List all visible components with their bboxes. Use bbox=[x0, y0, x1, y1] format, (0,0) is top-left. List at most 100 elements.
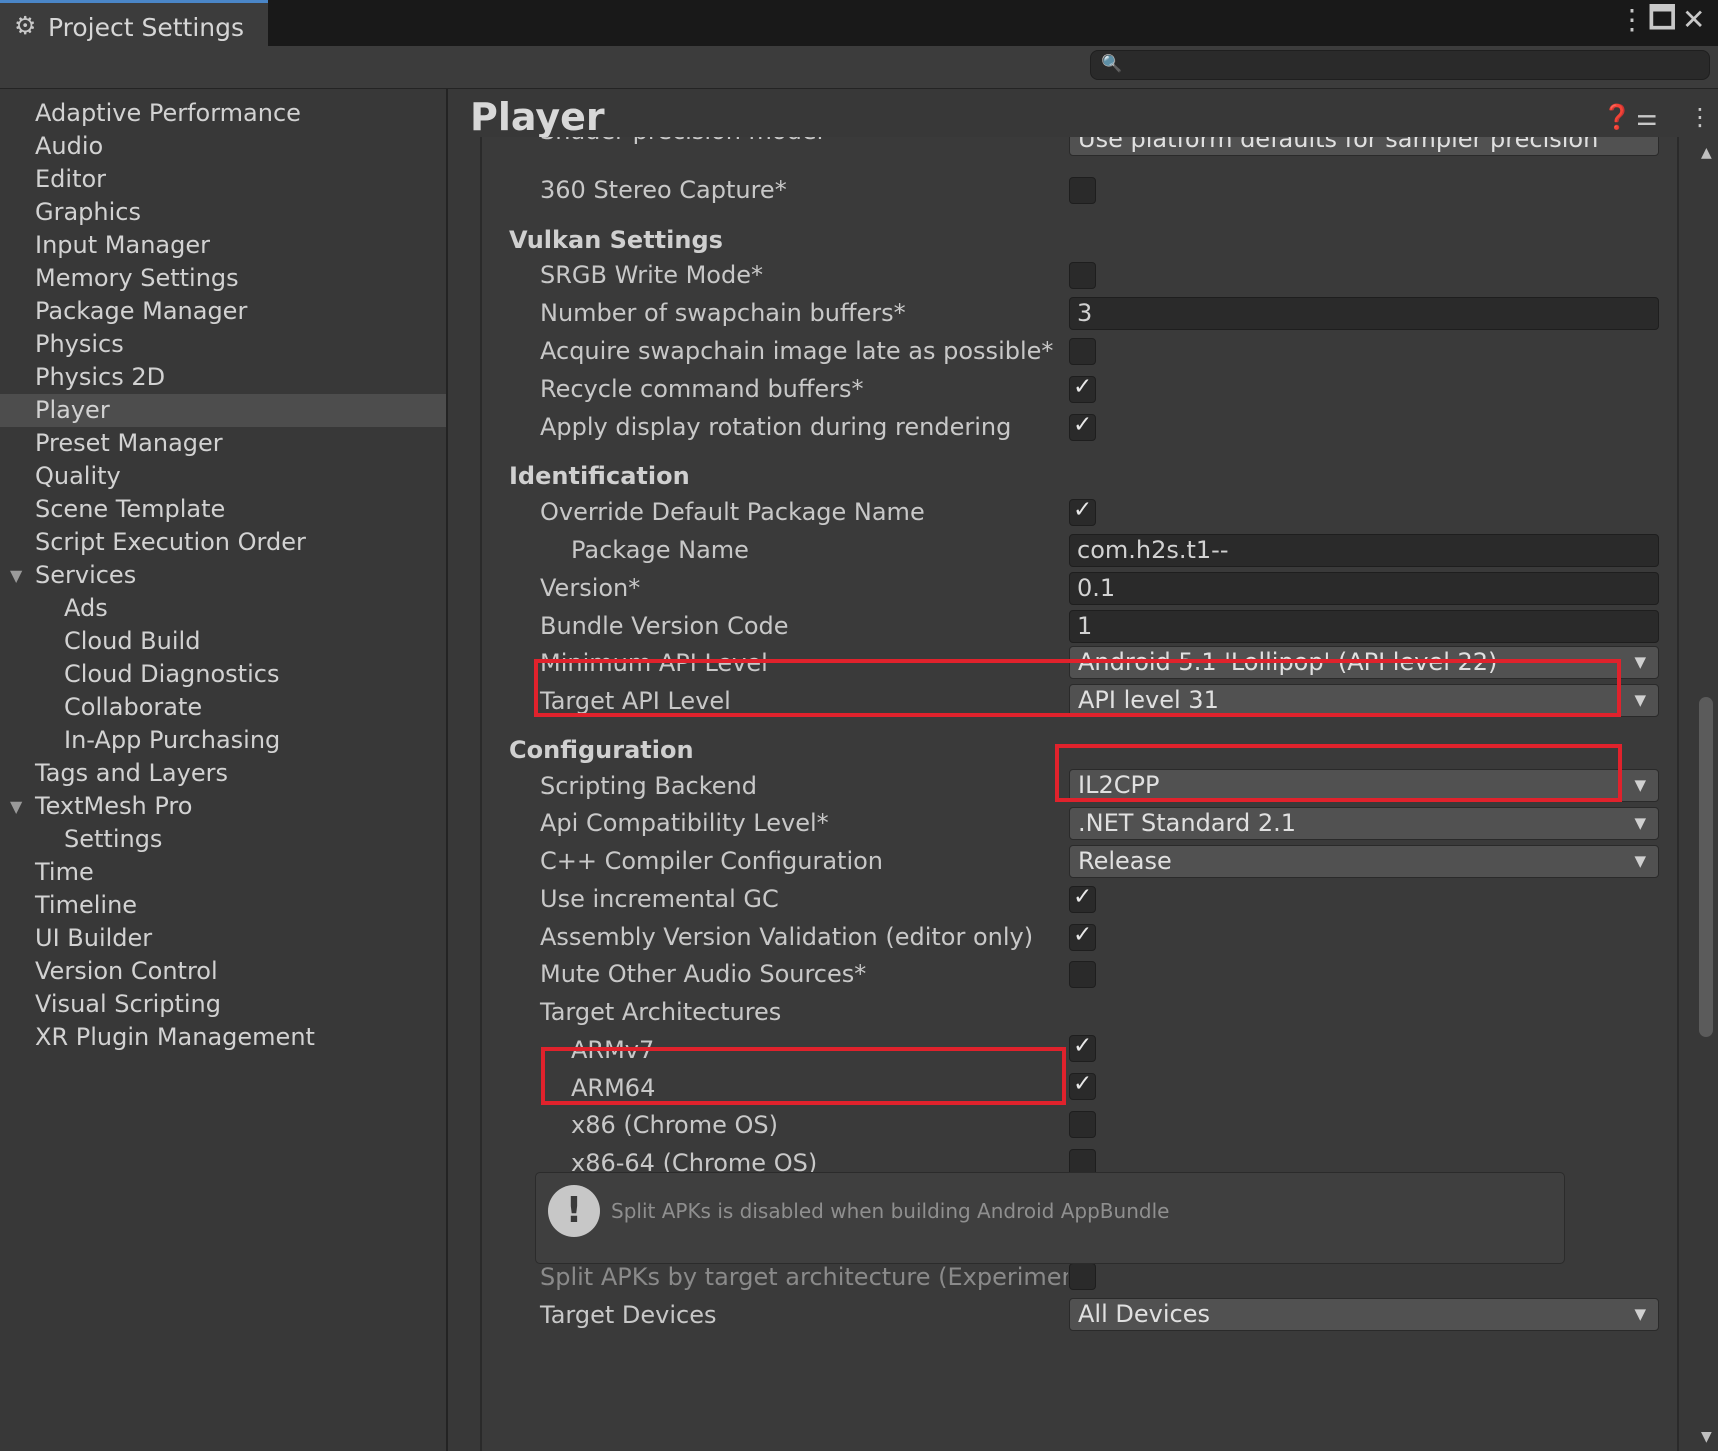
sidebar-item-script-execution-order[interactable]: Script Execution Order bbox=[0, 526, 446, 559]
checkmark-icon: ✓ bbox=[1073, 922, 1093, 948]
sidebar-item-ads[interactable]: Ads bbox=[0, 592, 446, 625]
sidebar-item-memory-settings[interactable]: Memory Settings bbox=[0, 262, 446, 295]
settings-sidebar: Adaptive Performance Audio Editor Graphi… bbox=[0, 89, 448, 1451]
split-apks-checkbox[interactable] bbox=[1069, 1263, 1096, 1290]
dropdown-arrow-icon: ▼ bbox=[1634, 1305, 1646, 1323]
cpp-config-value: Release bbox=[1078, 847, 1172, 875]
sidebar-item-audio[interactable]: Audio bbox=[0, 130, 446, 163]
search-row: 🔍 bbox=[0, 46, 1718, 89]
sidebar-item-ui-builder[interactable]: UI Builder bbox=[0, 922, 446, 955]
player-settings-panel: Player ❓ ⚌ ⋮ Shader precision model Use … bbox=[450, 89, 1718, 1451]
target-devices-label: Target Devices bbox=[540, 1301, 717, 1329]
sidebar-item-services[interactable]: ▼ Services bbox=[0, 559, 446, 592]
swapchain-buffers-label: Number of swapchain buffers* bbox=[540, 299, 906, 327]
sidebar-item-textmesh-settings[interactable]: Settings bbox=[0, 823, 446, 856]
sidebar-item-quality[interactable]: Quality bbox=[0, 460, 446, 493]
acquire-late-label: Acquire swapchain image late as possible… bbox=[540, 337, 1054, 365]
sidebar-item-cloud-diagnostics[interactable]: Cloud Diagnostics bbox=[0, 658, 446, 691]
page-title: Player bbox=[470, 95, 605, 139]
srgb-write-checkbox[interactable] bbox=[1069, 262, 1096, 289]
sidebar-item-textmesh-pro[interactable]: ▼ TextMesh Pro bbox=[0, 790, 446, 823]
search-icon: 🔍 bbox=[1101, 54, 1123, 74]
version-field[interactable]: 0.1 bbox=[1069, 572, 1659, 605]
x86-checkbox[interactable] bbox=[1069, 1111, 1096, 1138]
sidebar-item-tags-and-layers[interactable]: Tags and Layers bbox=[0, 757, 446, 790]
package-name-label: Package Name bbox=[571, 536, 749, 564]
sidebar-item-editor[interactable]: Editor bbox=[0, 163, 446, 196]
swapchain-buffers-field[interactable]: 3 bbox=[1069, 297, 1659, 330]
help-icon[interactable]: ❓ bbox=[1602, 105, 1632, 129]
sidebar-item-in-app-purchasing[interactable]: In-App Purchasing bbox=[0, 724, 446, 757]
sidebar-item-visual-scripting[interactable]: Visual Scripting bbox=[0, 988, 446, 1021]
target-devices-value: All Devices bbox=[1078, 1300, 1210, 1328]
dropdown-arrow-icon: ▼ bbox=[1634, 776, 1646, 794]
checkmark-icon: ✓ bbox=[1073, 374, 1093, 400]
package-name-field[interactable]: com.h2s.t1-- bbox=[1069, 534, 1659, 567]
api-compat-label: Api Compatibility Level* bbox=[540, 809, 829, 837]
sidebar-item-package-manager[interactable]: Package Manager bbox=[0, 295, 446, 328]
shader-precision-dropdown[interactable]: Use platform defaults for sampler precis… bbox=[1069, 137, 1659, 156]
sidebar-item-preset-manager[interactable]: Preset Manager bbox=[0, 427, 446, 460]
incremental-gc-label: Use incremental GC bbox=[540, 885, 779, 913]
assembly-validation-checkbox[interactable]: ✓ bbox=[1069, 924, 1096, 951]
cpp-config-dropdown[interactable]: Release ▼ bbox=[1069, 845, 1659, 878]
expand-triangle-icon[interactable]: ▼ bbox=[10, 559, 22, 592]
sidebar-item-graphics[interactable]: Graphics bbox=[0, 196, 446, 229]
sidebar-item-physics[interactable]: Physics bbox=[0, 328, 446, 361]
checkmark-icon: ✓ bbox=[1073, 884, 1093, 910]
mute-audio-checkbox[interactable] bbox=[1069, 961, 1096, 988]
api-compat-dropdown[interactable]: .NET Standard 2.1 ▼ bbox=[1069, 807, 1659, 840]
kebab-menu-icon[interactable]: ⋮ bbox=[1688, 105, 1712, 129]
maximize-icon[interactable]: 🗖 bbox=[1648, 4, 1677, 34]
sidebar-item-player[interactable]: Player bbox=[0, 394, 446, 427]
vertical-scrollbar[interactable]: ▲ ▼ bbox=[1694, 137, 1718, 1451]
scroll-up-arrow-icon[interactable]: ▲ bbox=[1701, 145, 1712, 161]
sidebar-item-scene-template[interactable]: Scene Template bbox=[0, 493, 446, 526]
srgb-write-label: SRGB Write Mode* bbox=[540, 261, 763, 289]
arm64-checkbox[interactable]: ✓ bbox=[1069, 1073, 1096, 1100]
scrollbar-thumb[interactable] bbox=[1699, 697, 1713, 1037]
dropdown-arrow-icon: ▼ bbox=[1634, 852, 1646, 870]
close-icon[interactable]: ✕ bbox=[1682, 6, 1705, 34]
cpp-config-label: C++ Compiler Configuration bbox=[540, 847, 884, 875]
expand-triangle-icon[interactable]: ▼ bbox=[10, 790, 22, 823]
bundle-code-field[interactable]: 1 bbox=[1069, 610, 1659, 643]
mute-audio-label: Mute Other Audio Sources* bbox=[540, 960, 867, 988]
sidebar-item-cloud-build[interactable]: Cloud Build bbox=[0, 625, 446, 658]
arm64-highlight bbox=[541, 1047, 1066, 1105]
kebab-menu-icon[interactable]: ⋮ bbox=[1618, 6, 1646, 34]
checkmark-icon: ✓ bbox=[1073, 1071, 1093, 1097]
version-label: Version* bbox=[540, 574, 641, 602]
preset-sliders-icon[interactable]: ⚌ bbox=[1636, 105, 1658, 129]
target-devices-dropdown[interactable]: All Devices ▼ bbox=[1069, 1298, 1659, 1331]
display-rotation-checkbox[interactable]: ✓ bbox=[1069, 414, 1096, 441]
recycle-buffers-checkbox[interactable]: ✓ bbox=[1069, 376, 1096, 403]
sidebar-item-adaptive-performance[interactable]: Adaptive Performance bbox=[0, 97, 446, 130]
sidebar-item-xr-plugin-management[interactable]: XR Plugin Management bbox=[0, 1021, 446, 1054]
split-apk-info-message: Split APKs is disabled when building And… bbox=[611, 1199, 1170, 1223]
dropdown-arrow-icon: ▼ bbox=[1634, 653, 1646, 671]
stereo-capture-label: 360 Stereo Capture* bbox=[540, 176, 787, 204]
sidebar-item-input-manager[interactable]: Input Manager bbox=[0, 229, 446, 262]
scroll-down-arrow-icon[interactable]: ▼ bbox=[1701, 1429, 1712, 1445]
sidebar-item-collaborate[interactable]: Collaborate bbox=[0, 691, 446, 724]
sidebar-item-physics-2d[interactable]: Physics 2D bbox=[0, 361, 446, 394]
acquire-late-checkbox[interactable] bbox=[1069, 338, 1096, 365]
sidebar-item-time[interactable]: Time bbox=[0, 856, 446, 889]
checkmark-icon: ✓ bbox=[1073, 497, 1093, 523]
project-settings-tab[interactable]: ⚙ Project Settings bbox=[0, 0, 268, 46]
override-package-checkbox[interactable]: ✓ bbox=[1069, 499, 1096, 526]
target-api-highlight bbox=[534, 659, 1621, 717]
search-field[interactable]: 🔍 bbox=[1090, 50, 1710, 80]
armv7-checkbox[interactable]: ✓ bbox=[1069, 1035, 1096, 1062]
search-input[interactable] bbox=[1125, 53, 1699, 79]
dropdown-arrow-icon: ▼ bbox=[1634, 814, 1646, 832]
scripting-backend-label: Scripting Backend bbox=[540, 772, 757, 800]
incremental-gc-checkbox[interactable]: ✓ bbox=[1069, 886, 1096, 913]
sidebar-item-timeline[interactable]: Timeline bbox=[0, 889, 446, 922]
sidebar-item-version-control[interactable]: Version Control bbox=[0, 955, 446, 988]
stereo-capture-checkbox[interactable] bbox=[1069, 177, 1096, 204]
scripting-backend-highlight bbox=[1055, 744, 1622, 802]
gear-icon: ⚙ bbox=[14, 11, 37, 40]
assembly-validation-label: Assembly Version Validation (editor only… bbox=[540, 923, 1034, 951]
